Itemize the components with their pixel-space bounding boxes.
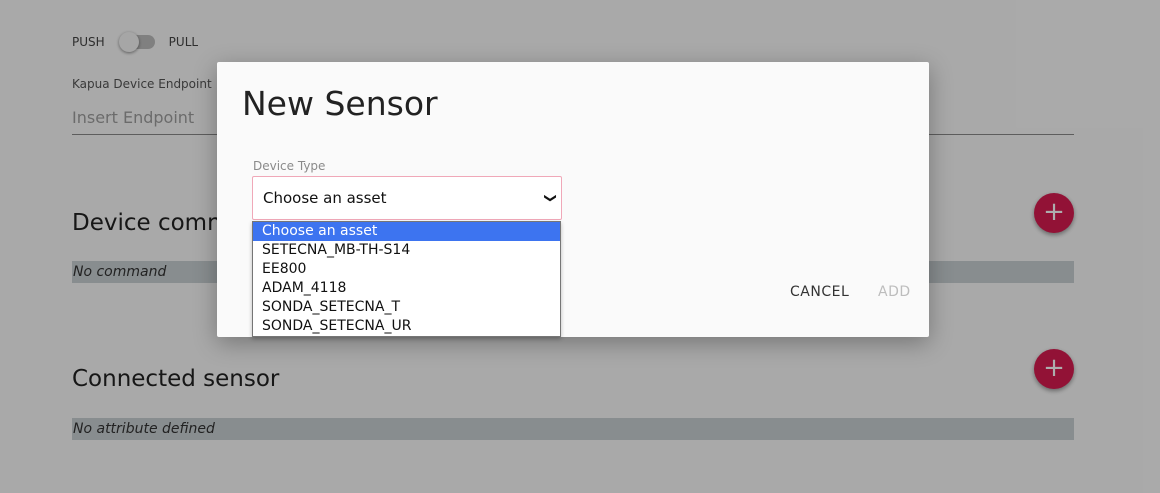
chevron-down-icon: ❯ <box>543 192 558 204</box>
device-type-label: Device Type <box>253 159 326 173</box>
dropdown-option[interactable]: ADAM_4118 <box>253 279 560 298</box>
device-type-dropdown: Choose an asset SETECNA_MB-TH-S14 EE800 … <box>252 221 561 337</box>
cancel-button[interactable]: CANCEL <box>790 284 849 300</box>
dialog-title: New Sensor <box>242 84 438 123</box>
dropdown-option[interactable]: SONDA_SETECNA_UR <box>253 317 560 336</box>
dropdown-option[interactable]: SETECNA_MB-TH-S14 <box>253 241 560 260</box>
dropdown-option[interactable]: Choose an asset <box>253 222 560 241</box>
device-type-select[interactable]: Choose an asset ❯ <box>252 176 562 220</box>
dropdown-option[interactable]: SONDA_SETECNA_T <box>253 298 560 317</box>
device-type-selected-value: Choose an asset <box>263 189 387 207</box>
dropdown-option[interactable]: EE800 <box>253 260 560 279</box>
add-button[interactable]: ADD <box>878 284 911 300</box>
